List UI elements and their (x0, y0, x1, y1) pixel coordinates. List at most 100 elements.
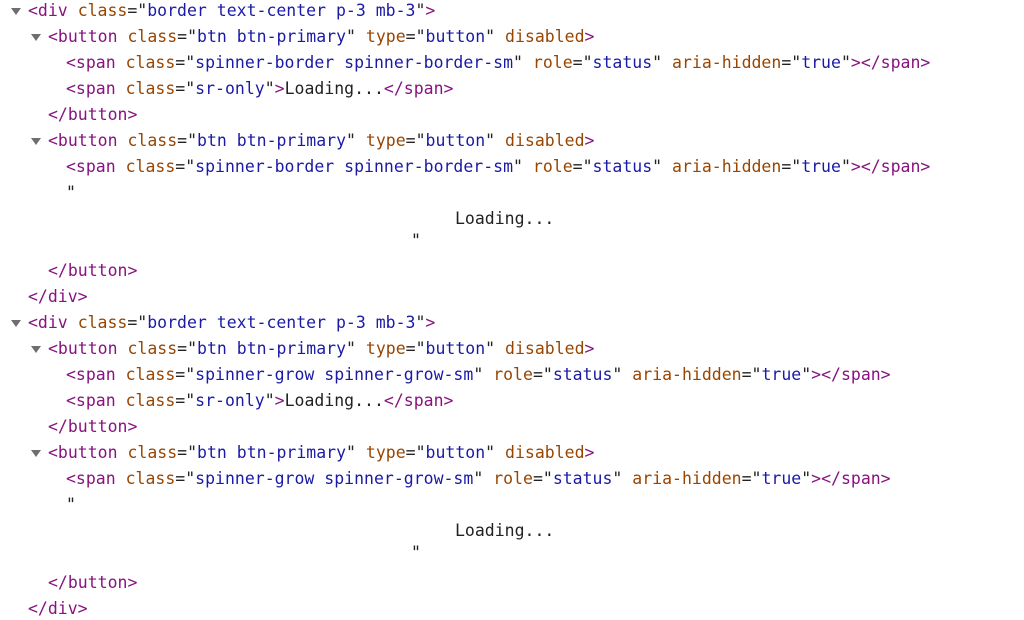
attr-quote: " (346, 339, 356, 358)
dom-node-div-close[interactable]: </div> (0, 286, 1024, 308)
attr-quote: =" (781, 157, 802, 176)
expand-collapse-triangle-icon[interactable] (30, 338, 42, 360)
tag-bracket: > (811, 365, 822, 384)
dom-node-span-inline-text: <span class="spinner-grow spinner-grow-s… (66, 364, 891, 386)
dom-node-span-inline-text: <span class="spinner-border spinner-bord… (66, 52, 930, 74)
attr-quote: =" (127, 1, 148, 20)
dom-node-button-close[interactable]: </button> (0, 416, 1024, 438)
attr-quote: " (346, 443, 356, 462)
text-node-close-quote[interactable]: " (411, 542, 421, 564)
attr-value-aria-hidden: true (761, 365, 802, 384)
dom-node-span-inline-text: <span class="spinner-border spinner-bord… (66, 156, 930, 178)
dom-node-button-open[interactable]: <button class="btn btn-primary" type="bu… (0, 130, 1024, 152)
dom-node-button-open[interactable]: <button class="btn btn-primary" type="bu… (0, 442, 1024, 464)
attr-quote: =" (405, 339, 426, 358)
tag-close-button: </button> (48, 417, 138, 436)
tag-open-button: <button (48, 443, 118, 462)
tag-close-button: </button> (48, 105, 138, 124)
text-node-close-quote[interactable]: " (411, 230, 421, 252)
attr-quote: " (264, 391, 275, 410)
attr-value-type: button (425, 27, 486, 46)
attr-quote: =" (405, 27, 426, 46)
attr-value-class: btn btn-primary (197, 443, 347, 462)
expand-collapse-triangle-icon[interactable] (10, 0, 22, 22)
dom-node-div-close[interactable]: </div> (0, 598, 1024, 620)
dom-node-button-open-text: <button class="btn btn-primary" type="bu… (48, 338, 594, 360)
expand-collapse-triangle-icon[interactable] (10, 312, 22, 334)
attr-quote: " (801, 469, 812, 488)
attr-value-role: status (592, 157, 653, 176)
dom-node-button-close[interactable]: </button> (0, 572, 1024, 594)
dom-node-button-close-text: </button> (48, 572, 137, 594)
attr-name-aria-hidden: aria-hidden (632, 469, 742, 488)
dom-node-span-inline[interactable]: <span class="spinner-grow spinner-grow-s… (0, 468, 1024, 490)
attr-quote: =" (532, 469, 553, 488)
attr-value-class: btn btn-primary (197, 131, 347, 150)
attr-quote: =" (532, 365, 553, 384)
attr-quote: " (473, 469, 484, 488)
dom-node-button-close[interactable]: </button> (0, 260, 1024, 282)
dom-node-div-open[interactable]: <div class="border text-center p-3 mb-3"… (0, 312, 1024, 334)
tag-close-span: </span> (383, 79, 454, 98)
text-node-content[interactable]: Loading... (455, 208, 554, 230)
tag-close-button: </button> (48, 261, 138, 280)
tag-open-span: <span (66, 391, 116, 410)
dom-node-button-open[interactable]: <button class="btn btn-primary" type="bu… (0, 26, 1024, 48)
dom-node-button-close-text: </button> (48, 260, 137, 282)
attr-name-type: type (365, 443, 406, 462)
expand-collapse-triangle-icon[interactable] (30, 442, 42, 464)
attr-quote: " (264, 79, 275, 98)
tag-open-button: <button (48, 131, 118, 150)
attr-quote: " (652, 157, 663, 176)
dom-node-div-open[interactable]: <div class="border text-center p-3 mb-3"… (0, 0, 1024, 22)
tag-bracket: > (584, 27, 595, 46)
attr-value-type: button (425, 131, 486, 150)
attr-value-class: border text-center p-3 mb-3 (147, 313, 416, 332)
dom-node-div-open-text: <div class="border text-center p-3 mb-3"… (28, 0, 435, 22)
dom-node-span-inline[interactable]: <span class="sr-only">Loading...</span> (0, 390, 1024, 412)
tag-open-button: <button (48, 27, 118, 46)
dom-node-button-open-text: <button class="btn btn-primary" type="bu… (48, 26, 594, 48)
attr-name-role: role (493, 469, 533, 488)
dom-node-button-open[interactable]: <button class="btn btn-primary" type="bu… (0, 338, 1024, 360)
dom-node-button-close[interactable]: </button> (0, 104, 1024, 126)
tag-bracket: > (584, 131, 595, 150)
tag-close-button: </button> (48, 573, 138, 592)
attr-name-disabled: disabled (505, 27, 585, 46)
attr-quote: =" (175, 469, 196, 488)
dom-node-span-inline[interactable]: <span class="spinner-border spinner-bord… (0, 52, 1024, 74)
expand-collapse-triangle-icon[interactable] (30, 26, 42, 48)
expand-collapse-triangle-icon[interactable] (30, 130, 42, 152)
attr-name-class: class (127, 339, 178, 358)
attr-name-class: class (125, 157, 176, 176)
tag-close-span: </span> (383, 391, 454, 410)
text-node-open-quote[interactable]: " (66, 182, 76, 204)
tag-open-div: <div (28, 313, 68, 332)
attr-value-class: spinner-border spinner-border-sm (195, 157, 514, 176)
attr-quote: =" (572, 53, 593, 72)
attr-quote: " (485, 443, 496, 462)
attr-quote: =" (741, 469, 762, 488)
attr-quote: " (513, 157, 523, 176)
dom-node-span-inline[interactable]: <span class="spinner-border spinner-bord… (0, 156, 1024, 178)
dom-node-button-close-text: </button> (48, 416, 137, 438)
text-node-open-quote[interactable]: " (66, 494, 76, 516)
attr-quote: " (612, 469, 623, 488)
dom-node-span-inline-text: <span class="sr-only">Loading...</span> (66, 390, 453, 412)
attr-quote: " (840, 157, 851, 176)
dom-node-span-inline[interactable]: <span class="sr-only">Loading...</span> (0, 78, 1024, 100)
text-node-content[interactable]: Loading... (455, 520, 554, 542)
attr-quote: " (346, 131, 356, 150)
attr-quote: =" (175, 79, 196, 98)
attr-quote: =" (572, 157, 593, 176)
attr-name-type: type (365, 339, 406, 358)
inline-text-content: Loading... (284, 391, 384, 410)
tag-close-span: </span> (860, 157, 931, 176)
attr-value-class: sr-only (195, 79, 265, 98)
attr-quote: " (485, 339, 496, 358)
attr-name-class: class (125, 365, 176, 384)
dom-node-div-close-text: </div> (28, 598, 88, 620)
attr-value-role: status (552, 469, 613, 488)
dom-node-span-inline[interactable]: <span class="spinner-grow spinner-grow-s… (0, 364, 1024, 386)
tag-open-span: <span (66, 365, 116, 384)
